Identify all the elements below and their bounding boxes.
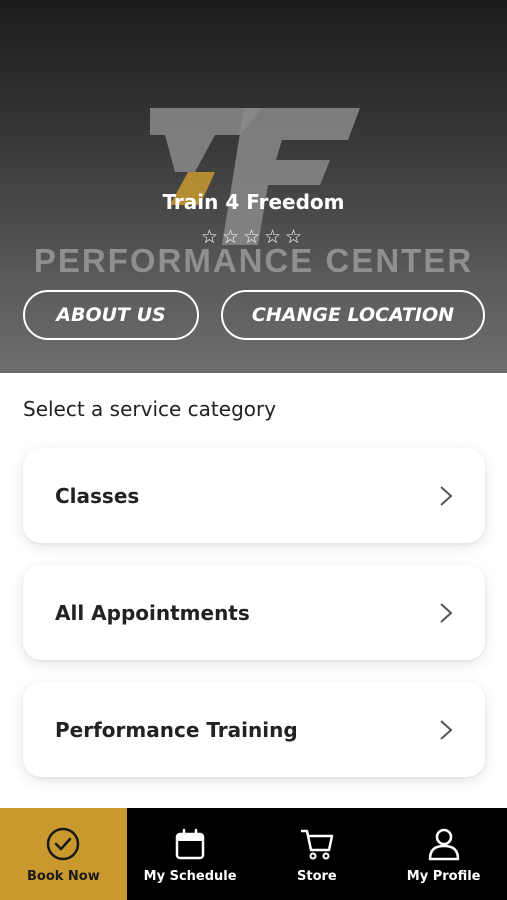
tab-book-now[interactable]: Book Now xyxy=(0,808,127,900)
header-hero: Train 4 Freedom ☆☆☆☆☆ PERFORMANCE CENTER… xyxy=(0,0,507,373)
tab-store[interactable]: Store xyxy=(254,808,381,900)
gym-name: Train 4 Freedom xyxy=(162,190,345,214)
calendar-icon xyxy=(175,828,205,859)
cart-icon xyxy=(300,829,334,859)
bottom-tab-bar: Book Now My Schedule Store My Profile xyxy=(0,808,507,900)
chevron-right-icon xyxy=(440,719,453,740)
section-title: Select a service category xyxy=(23,397,277,421)
category-card-all-appointments[interactable]: All Appointments xyxy=(23,565,485,660)
tab-my-profile[interactable]: My Profile xyxy=(380,808,507,900)
category-card-classes[interactable]: Classes xyxy=(23,448,485,543)
category-card-performance-training[interactable]: Performance Training xyxy=(23,682,485,777)
category-label: Performance Training xyxy=(55,717,298,742)
chevron-right-icon xyxy=(440,602,453,623)
user-icon xyxy=(428,828,459,860)
tab-label: My Schedule xyxy=(143,868,237,884)
tab-my-schedule[interactable]: My Schedule xyxy=(127,808,254,900)
tab-label: My Profile xyxy=(406,868,481,884)
tab-label: Book Now xyxy=(26,868,100,884)
category-label: All Appointments xyxy=(55,600,250,625)
logo-text: PERFORMANCE CENTER xyxy=(33,242,474,279)
change-location-button[interactable]: CHANGE LOCATION xyxy=(221,290,485,340)
about-us-button[interactable]: ABOUT US xyxy=(23,290,199,340)
tab-label: Store xyxy=(297,868,337,884)
check-circle-icon xyxy=(47,827,80,860)
chevron-right-icon xyxy=(440,485,453,506)
category-label: Classes xyxy=(55,483,140,508)
